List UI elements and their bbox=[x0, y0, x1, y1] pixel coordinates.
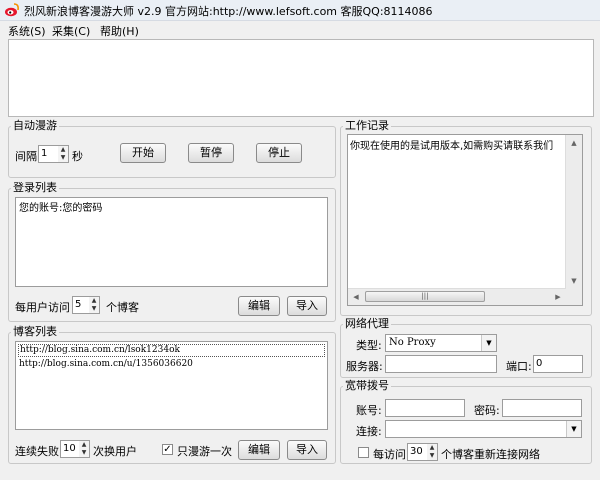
login-list-legend: 登录列表 bbox=[13, 181, 57, 194]
start-button[interactable]: 开始 bbox=[120, 143, 166, 163]
proxy-port-input[interactable]: 0 bbox=[533, 355, 583, 373]
login-edit-button[interactable]: 编辑 bbox=[238, 296, 280, 316]
spin-down-icon[interactable]: ▼ bbox=[89, 305, 99, 313]
roam-once-label[interactable]: 只漫游一次 bbox=[177, 443, 232, 459]
scroll-up-icon[interactable]: ▲ bbox=[566, 135, 582, 151]
proxy-server-label: 服务器: bbox=[346, 360, 383, 373]
proxy-type-select[interactable]: No Proxy ▼ bbox=[385, 334, 497, 352]
proxy-type-value: No Proxy bbox=[389, 337, 436, 348]
horizontal-scrollbar[interactable]: ◀ ||| ▶ bbox=[348, 288, 566, 305]
spin-down-icon[interactable]: ▼ bbox=[79, 449, 89, 457]
proxy-legend: 网络代理 bbox=[345, 317, 389, 330]
interval-input[interactable]: 1 bbox=[38, 145, 59, 163]
blog-edit-button[interactable]: 编辑 bbox=[238, 440, 280, 460]
checkmark-icon: ✓ bbox=[163, 444, 172, 455]
spin-up-icon[interactable]: ▲ bbox=[79, 441, 89, 449]
vertical-scrollbar[interactable]: ▲ ▼ bbox=[565, 135, 582, 289]
scroll-thumb[interactable]: ||| bbox=[365, 291, 485, 302]
scroll-left-icon[interactable]: ◀ bbox=[348, 289, 364, 305]
fail-count-spinner[interactable]: ▲ ▼ bbox=[79, 440, 90, 458]
dialup-connection-select[interactable]: ▼ bbox=[385, 420, 582, 438]
roam-once-checkbox[interactable]: ✓ bbox=[162, 444, 173, 455]
every-count-input[interactable]: 30 bbox=[407, 443, 428, 461]
pause-button[interactable]: 暂停 bbox=[188, 143, 234, 163]
list-item[interactable]: 您的账号:您的密码 bbox=[16, 198, 327, 215]
menu-collect[interactable]: 采集(C) bbox=[52, 23, 90, 39]
blog-list-legend: 博客列表 bbox=[13, 325, 57, 338]
stop-button[interactable]: 停止 bbox=[256, 143, 302, 163]
weibo-logo-icon bbox=[5, 3, 19, 17]
reconnect-label: 个博客重新连接网络 bbox=[441, 448, 540, 461]
auto-roam-legend: 自动漫游 bbox=[13, 119, 57, 132]
scroll-down-icon[interactable]: ▼ bbox=[566, 273, 582, 289]
menu-system[interactable]: 系统(S) bbox=[8, 23, 46, 39]
banner-area bbox=[8, 39, 594, 117]
every-label[interactable]: 每访问 bbox=[373, 446, 406, 462]
title-bar[interactable]: 烈风新浪博客漫游大师 v2.9 官方网站:http://www.lefsoft.… bbox=[0, 0, 600, 21]
switch-user-label: 次换用户 bbox=[93, 445, 137, 458]
spin-up-icon[interactable]: ▲ bbox=[89, 297, 99, 305]
dialup-connection-label: 连接: bbox=[356, 425, 382, 438]
spin-up-icon[interactable]: ▲ bbox=[427, 444, 437, 452]
interval-label: 间隔 bbox=[15, 150, 37, 163]
chevron-down-icon[interactable]: ▼ bbox=[481, 335, 496, 351]
proxy-port-label: 端口: bbox=[506, 360, 532, 373]
dialup-legend: 宽带拨号 bbox=[345, 379, 389, 392]
reconnect-checkbox[interactable] bbox=[358, 447, 369, 458]
per-user-spinner[interactable]: ▲ ▼ bbox=[89, 296, 100, 314]
list-item[interactable]: http://blog.sina.com.cn/u/1356036620 bbox=[19, 359, 324, 370]
spin-up-icon[interactable]: ▲ bbox=[58, 146, 68, 154]
spin-down-icon[interactable]: ▼ bbox=[427, 452, 437, 460]
work-log-box[interactable]: 你现在使用的是试用版本,如需购买请联系我们 ▲ ▼ ◀ ||| ▶ bbox=[347, 134, 583, 306]
scroll-corner bbox=[566, 289, 582, 305]
per-user-label: 每用户访问 bbox=[15, 301, 70, 314]
dialup-password-label: 密码: bbox=[474, 404, 500, 417]
fail-count-input[interactable]: 10 bbox=[60, 440, 80, 458]
work-log-legend: 工作记录 bbox=[345, 119, 389, 132]
blog-import-button[interactable]: 导入 bbox=[287, 440, 327, 460]
chevron-down-icon[interactable]: ▼ bbox=[566, 421, 581, 437]
proxy-server-input[interactable] bbox=[385, 355, 497, 373]
login-import-button[interactable]: 导入 bbox=[287, 296, 327, 316]
dialup-account-input[interactable] bbox=[385, 399, 465, 417]
window-title: 烈风新浪博客漫游大师 v2.9 官方网站:http://www.lefsoft.… bbox=[24, 5, 433, 18]
spin-down-icon[interactable]: ▼ bbox=[58, 154, 68, 162]
scroll-right-icon[interactable]: ▶ bbox=[550, 289, 566, 305]
menu-bar: 系统(S) 采集(C) 帮助(H) bbox=[0, 21, 600, 39]
interval-spinner[interactable]: ▲ ▼ bbox=[58, 145, 69, 163]
dialup-password-input[interactable] bbox=[502, 399, 582, 417]
list-item[interactable]: http://blog.sina.com.cn/lsok1234ok bbox=[18, 344, 325, 357]
blogs-label: 个博客 bbox=[106, 301, 139, 314]
log-text: 你现在使用的是试用版本,如需购买请联系我们 bbox=[350, 141, 554, 152]
every-count-spinner[interactable]: ▲ ▼ bbox=[427, 443, 438, 461]
proxy-type-label: 类型: bbox=[356, 339, 382, 352]
login-list-box[interactable]: 您的账号:您的密码 bbox=[15, 197, 328, 287]
per-user-input[interactable]: 5 bbox=[72, 296, 90, 314]
menu-help[interactable]: 帮助(H) bbox=[100, 23, 139, 39]
fail-label: 连续失败 bbox=[15, 445, 59, 458]
dialup-account-label: 账号: bbox=[356, 404, 382, 417]
seconds-label: 秒 bbox=[72, 150, 83, 163]
blog-list-box[interactable]: http://blog.sina.com.cn/lsok1234ok http:… bbox=[15, 341, 328, 430]
